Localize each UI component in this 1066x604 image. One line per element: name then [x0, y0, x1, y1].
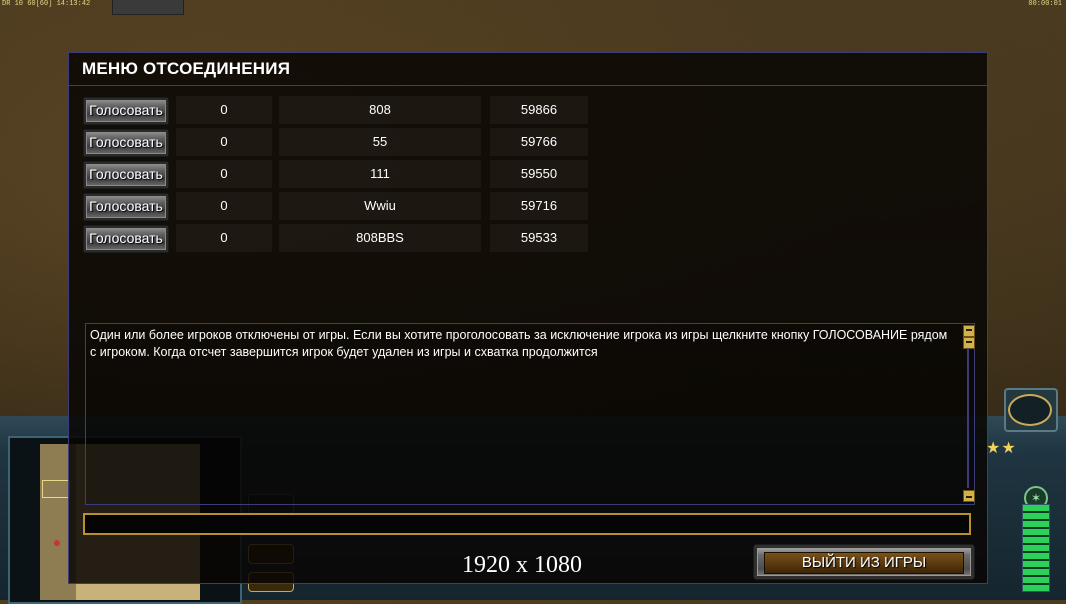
radar-dial — [1008, 394, 1052, 426]
vote-count: 0 — [176, 160, 272, 188]
player-ping: 59550 — [490, 160, 588, 188]
vote-button[interactable]: Голосовать — [83, 225, 169, 253]
quit-game-button[interactable]: ВЫЙТИ ИЗ ИГРЫ — [753, 544, 975, 580]
player-name: 808 — [279, 96, 481, 124]
player-row: Голосовать 0 Wwiu 59716 — [69, 192, 987, 221]
minimap-view-marker — [42, 480, 70, 498]
player-row: Голосовать 0 808 59866 — [69, 96, 987, 125]
scroll-up-icon[interactable] — [963, 325, 975, 337]
scrollbar-track[interactable] — [967, 348, 969, 488]
fps-readout: DR 10 60[60] 14:13:42 — [2, 0, 91, 8]
player-name: 808BBS — [279, 224, 481, 252]
info-message: Один или более игроков отключены от игры… — [90, 328, 948, 359]
player-ping: 59533 — [490, 224, 588, 252]
player-name: 111 — [279, 160, 481, 188]
menu-title: МЕНЮ ОТСОЕДИНЕНИЯ — [82, 59, 291, 78]
vote-button[interactable]: Голосовать — [83, 129, 169, 157]
scroll-up-icon[interactable] — [963, 337, 975, 349]
disconnect-menu: МЕНЮ ОТСОЕДИНЕНИЯ Голосовать 0 808 59866… — [68, 52, 988, 584]
player-ping: 59766 — [490, 128, 588, 156]
minimap-unit-dot — [54, 540, 60, 546]
vote-button[interactable]: Голосовать — [83, 161, 169, 189]
vote-count: 0 — [176, 192, 272, 220]
vote-count: 0 — [176, 224, 272, 252]
player-row: Голосовать 0 55 59766 — [69, 128, 987, 157]
player-name: 55 — [279, 128, 481, 156]
title-divider — [69, 85, 987, 86]
vote-button[interactable]: Голосовать — [83, 193, 169, 221]
player-ping: 59866 — [490, 96, 588, 124]
rank-star-icon: ★★ — [986, 440, 1017, 457]
vote-count: 0 — [176, 96, 272, 124]
vote-button[interactable]: Голосовать — [83, 97, 169, 125]
resolution-overlay: 1920 x 1080 — [462, 552, 582, 578]
player-row: Голосовать 0 808BBS 59533 — [69, 224, 987, 253]
player-name: Wwiu — [279, 192, 481, 220]
vote-count: 0 — [176, 128, 272, 156]
scroll-down-icon[interactable] — [963, 490, 975, 502]
chat-input[interactable] — [83, 513, 971, 535]
power-meter — [1022, 504, 1050, 592]
map-structure — [112, 0, 184, 15]
info-textbox[interactable]: Один или более игроков отключены от игры… — [85, 323, 975, 505]
player-ping: 59716 — [490, 192, 588, 220]
player-row: Голосовать 0 111 59550 — [69, 160, 987, 189]
quit-button-label: ВЫЙТИ ИЗ ИГРЫ — [801, 554, 927, 571]
game-clock: 00:00:01 — [1028, 0, 1062, 8]
